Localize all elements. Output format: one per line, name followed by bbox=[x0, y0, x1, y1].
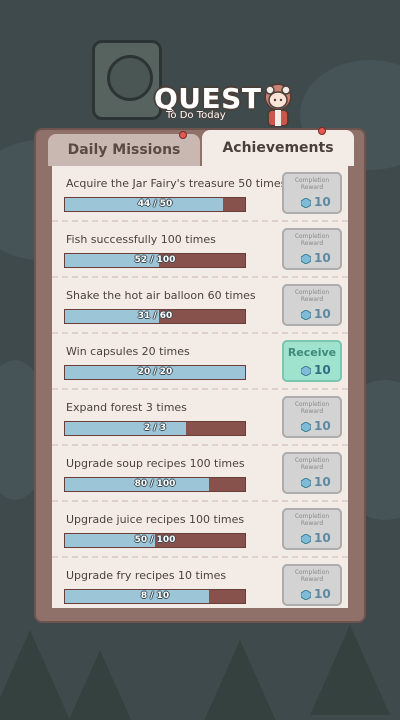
progress-bar: 2 / 3 bbox=[64, 421, 246, 436]
achievement-title: Fish successfully 100 times bbox=[66, 233, 216, 246]
tab-daily-missions[interactable]: Daily Missions bbox=[48, 131, 200, 166]
receive-label: Receive bbox=[287, 346, 337, 359]
progress-text: 44 / 50 bbox=[137, 199, 173, 209]
achievement-title: Upgrade juice recipes 100 times bbox=[66, 513, 245, 526]
progress-bar: 31 / 60 bbox=[64, 309, 246, 324]
gem-icon bbox=[301, 310, 311, 320]
completion-reward-badge: Completion Reward 10 bbox=[282, 228, 342, 270]
gem-icon bbox=[301, 366, 311, 376]
achievement-row: Upgrade juice recipes 100 times 50 / 100… bbox=[52, 502, 348, 558]
achievement-row: Upgrade fry recipes 10 times 8 / 10 Comp… bbox=[52, 558, 348, 608]
progress-bar: 8 / 10 bbox=[64, 589, 246, 604]
quest-panel: Daily Missions Achievements Acquire the … bbox=[34, 127, 366, 623]
reward-label: Completion Reward bbox=[294, 513, 330, 527]
progress-text: 80 / 100 bbox=[134, 479, 176, 489]
achievement-row: Expand forest 3 times 2 / 3 Completion R… bbox=[52, 390, 348, 446]
notification-dot-icon bbox=[318, 127, 326, 135]
completion-reward-badge: Completion Reward 10 bbox=[282, 284, 342, 326]
reward-label: Completion Reward bbox=[294, 289, 330, 303]
completion-reward-badge: Completion Reward 10 bbox=[282, 172, 342, 214]
reward-amount: 10 bbox=[314, 363, 331, 377]
progress-text: 8 / 10 bbox=[140, 591, 170, 601]
tab-daily-missions-label: Daily Missions bbox=[67, 142, 181, 158]
gem-icon bbox=[301, 198, 311, 208]
progress-text: 50 / 100 bbox=[134, 535, 176, 545]
quest-header: QUEST To Do Today bbox=[0, 80, 400, 130]
achievement-row: Acquire the Jar Fairy's treasure 50 time… bbox=[52, 166, 348, 222]
achievement-title: Win capsules 20 times bbox=[66, 345, 190, 358]
reward-amount: 10 bbox=[314, 531, 331, 545]
achievement-title: Upgrade fry recipes 10 times bbox=[66, 569, 227, 582]
achievement-row: Fish successfully 100 times 52 / 100 Com… bbox=[52, 222, 348, 278]
achievement-title: Shake the hot air balloon 60 times bbox=[66, 289, 256, 302]
achievement-title: Expand forest 3 times bbox=[66, 401, 187, 414]
completion-reward-badge: Completion Reward 10 bbox=[282, 508, 342, 550]
progress-text: 2 / 3 bbox=[143, 423, 167, 433]
reward-amount: 10 bbox=[314, 307, 331, 321]
gem-icon bbox=[301, 534, 311, 544]
gem-icon bbox=[301, 590, 311, 600]
reward-amount: 10 bbox=[314, 475, 331, 489]
reward-amount: 10 bbox=[314, 587, 331, 601]
reward-label: Completion Reward bbox=[294, 457, 330, 471]
gem-icon bbox=[301, 254, 311, 264]
progress-text: 52 / 100 bbox=[134, 255, 176, 265]
progress-bar: 20 / 20 bbox=[64, 365, 246, 380]
achievement-list[interactable]: Acquire the Jar Fairy's treasure 50 time… bbox=[52, 166, 348, 608]
achievement-row: Upgrade soup recipes 100 times 80 / 100 … bbox=[52, 446, 348, 502]
aviator-mascot-icon bbox=[264, 83, 292, 127]
reward-amount: 10 bbox=[314, 195, 331, 209]
progress-bar: 80 / 100 bbox=[64, 477, 246, 492]
achievement-row: Win capsules 20 times 20 / 20 Receive 10 bbox=[52, 334, 348, 390]
completion-reward-badge: Completion Reward 10 bbox=[282, 564, 342, 606]
receive-button[interactable]: Receive 10 bbox=[282, 340, 342, 382]
reward-label: Completion Reward bbox=[294, 569, 330, 583]
progress-text: 20 / 20 bbox=[137, 367, 173, 377]
reward-amount: 10 bbox=[314, 251, 331, 265]
achievement-title: Upgrade soup recipes 100 times bbox=[66, 457, 245, 470]
gem-icon bbox=[301, 422, 311, 432]
achievement-row: Shake the hot air balloon 60 times 31 / … bbox=[52, 278, 348, 334]
gem-icon bbox=[301, 478, 311, 488]
progress-bar: 52 / 100 bbox=[64, 253, 246, 268]
quest-subtitle: To Do Today bbox=[166, 110, 226, 121]
progress-bar: 50 / 100 bbox=[64, 533, 246, 548]
completion-reward-badge: Completion Reward 10 bbox=[282, 396, 342, 438]
reward-label: Completion Reward bbox=[294, 233, 330, 247]
progress-text: 31 / 60 bbox=[137, 311, 173, 321]
achievement-title: Acquire the Jar Fairy's treasure 50 time… bbox=[66, 177, 287, 190]
reward-label: Completion Reward bbox=[294, 177, 330, 191]
notification-dot-icon bbox=[179, 131, 187, 139]
progress-bar: 44 / 50 bbox=[64, 197, 246, 212]
reward-amount: 10 bbox=[314, 419, 331, 433]
tab-achievements-label: Achievements bbox=[222, 140, 334, 156]
reward-label: Completion Reward bbox=[294, 401, 330, 415]
completion-reward-badge: Completion Reward 10 bbox=[282, 452, 342, 494]
tab-achievements[interactable]: Achievements bbox=[202, 127, 354, 166]
